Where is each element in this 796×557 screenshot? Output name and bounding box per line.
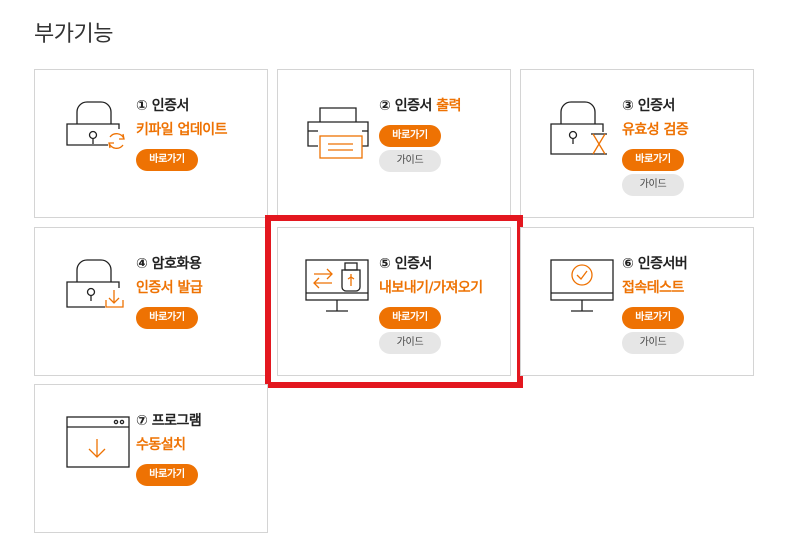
guide-button[interactable]: 가이드 [379,332,441,354]
go-button[interactable]: 바로가기 [136,149,198,171]
go-button[interactable]: 바로가기 [622,149,684,171]
lock-hourglass-icon [549,100,613,162]
card-subtitle: 키파일 업데이트 [136,122,228,138]
card-cert-print: ② 인증서 출력 바로가기 가이드 [277,69,511,218]
card-subtitle: 접속테스트 [622,280,684,296]
card-title: ④ 암호화용 [136,256,202,272]
card-subtitle: 내보내기/가져오기 [379,280,483,296]
monitor-check-icon [549,258,615,316]
window-download-icon [65,415,131,471]
card-subtitle: 인증서 발급 [136,280,203,296]
printer-icon [306,106,370,162]
card-cert-server-test: ⑥ 인증서버 접속테스트 바로가기 가이드 [520,227,754,376]
monitor-usb-icon [304,258,370,316]
card-title: ⑥ 인증서버 [622,256,688,272]
card-cert-validity-check: ③ 인증서 유효성 검증 바로가기 가이드 [520,69,754,218]
go-button[interactable]: 바로가기 [136,464,198,486]
lock-download-icon [65,258,129,320]
card-cert-keyfile-update: ① 인증서 키파일 업데이트 바로가기 [34,69,268,218]
go-button[interactable]: 바로가기 [379,125,441,147]
card-title: ① 인증서 [136,98,189,114]
card-encryption-cert-issue: ④ 암호화용 인증서 발급 바로가기 [34,227,268,376]
card-cert-export-import: ⑤ 인증서 내보내기/가져오기 바로가기 가이드 [265,215,523,388]
guide-button[interactable]: 가이드 [622,174,684,196]
go-button[interactable]: 바로가기 [136,307,198,329]
section-title: 부가기능 [34,22,113,47]
card-title: ② 인증서 출력 [379,98,462,114]
card-title: ③ 인증서 [622,98,675,114]
card-subtitle: 유효성 검증 [622,122,689,138]
lock-refresh-icon [65,100,127,162]
go-button[interactable]: 바로가기 [379,307,441,329]
card-title: ⑤ 인증서 [379,256,432,272]
card-title: ⑦ 프로그램 [136,413,202,429]
card-program-manual-install: ⑦ 프로그램 수동설치 바로가기 [34,384,268,533]
guide-button[interactable]: 가이드 [379,150,441,172]
go-button[interactable]: 바로가기 [622,307,684,329]
card-subtitle: 수동설치 [136,437,186,453]
guide-button[interactable]: 가이드 [622,332,684,354]
